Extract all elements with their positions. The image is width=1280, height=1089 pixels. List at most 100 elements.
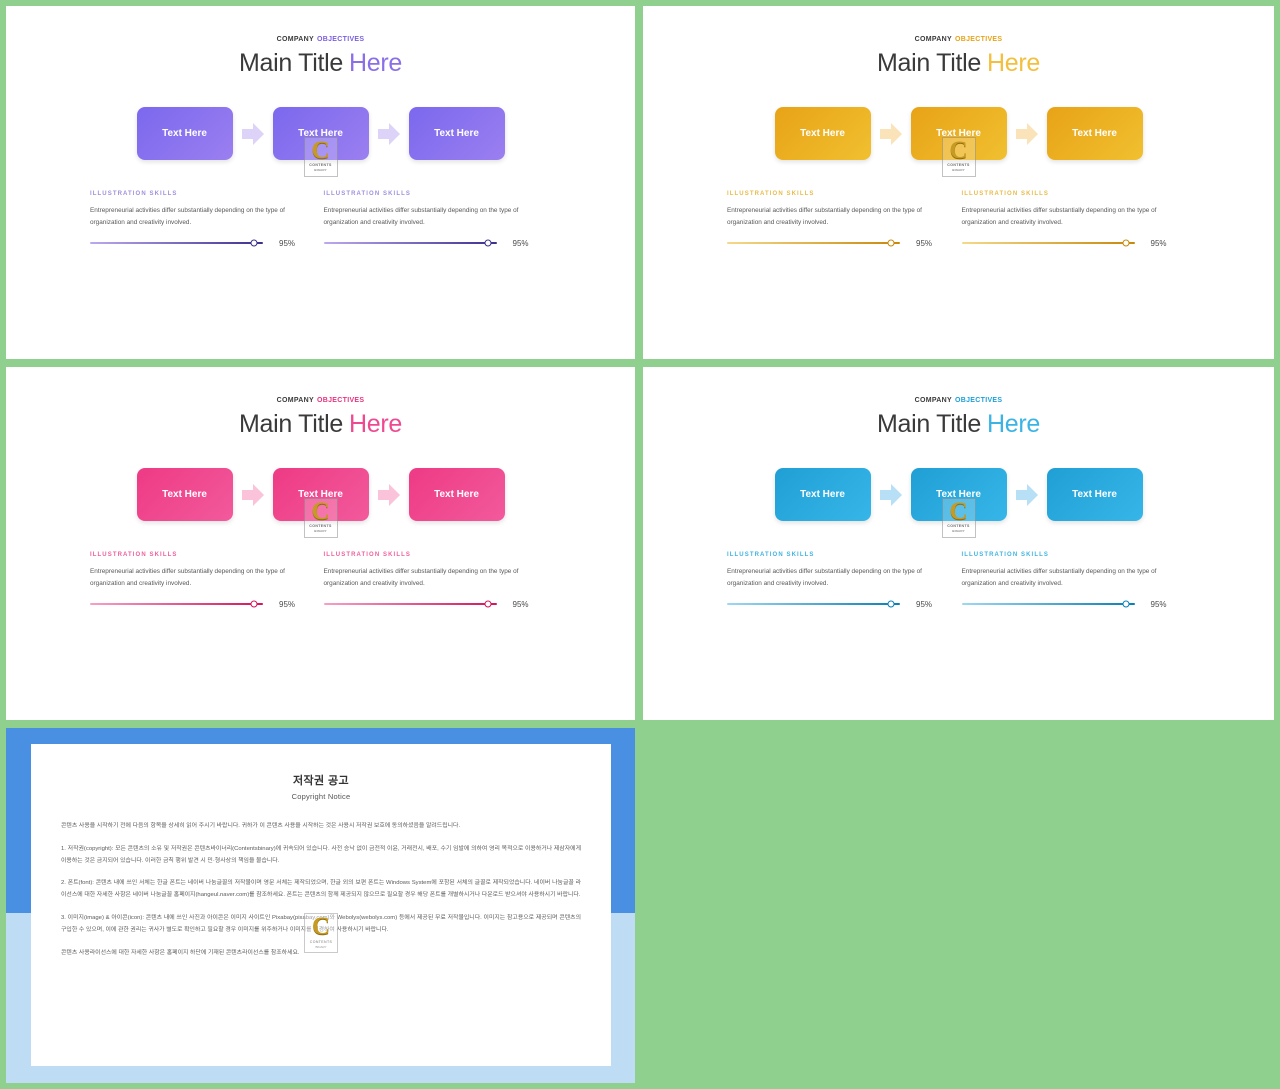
process-card-1[interactable]: Text Here	[774, 107, 871, 160]
title-accent: Here	[348, 49, 402, 77]
watermark-line1: CONTENTS	[309, 163, 332, 168]
watermark-letter: C	[311, 136, 330, 164]
skill-slider-track[interactable]	[90, 600, 263, 608]
skill-slider-value: 95%	[279, 238, 296, 248]
skill-slider-knob[interactable]	[250, 600, 258, 608]
process-card-label: Text Here	[434, 489, 479, 500]
process-card-2[interactable]: Text Here C CONTENTS BINARY	[910, 107, 1007, 177]
skill-slider-track[interactable]	[323, 600, 497, 608]
watermark-line1: CONTENTS	[947, 524, 970, 529]
contentsbinary-watermark-icon: C CONTENTS BINARY	[303, 136, 338, 177]
skill-description: Entrepreneurial activities differ substa…	[961, 207, 1157, 226]
title-accent: Here	[986, 410, 1040, 438]
arrow-icon	[241, 117, 264, 151]
skill-slider-track[interactable]	[961, 239, 1135, 247]
skill-slider-value: 95%	[916, 238, 933, 248]
skill-slider-knob[interactable]	[1122, 600, 1130, 608]
watermark-line2: BINARY	[952, 529, 965, 534]
title-main: Main Title	[239, 49, 343, 77]
process-card-label: Text Here	[162, 489, 207, 500]
process-cards-row: Text Here Text Here C CONTENTS BINARY Text He…	[643, 468, 1274, 538]
skill-slider-track[interactable]	[323, 239, 497, 247]
slide-copyright[interactable]: 저작권 공고 Copyright Notice 콘텐츠 사용을 시작하기 전에 …	[6, 728, 635, 1083]
watermark-line1: CONTENTS	[947, 163, 970, 168]
skill-slider-row: 95%	[323, 600, 534, 609]
skill-slider-row: 95%	[90, 600, 300, 609]
skill-block-2: ILLUSTRATION SKILLS Entrepreneurial activ…	[323, 552, 558, 609]
process-card-3[interactable]: Text Here	[408, 468, 505, 521]
slide-eyebrow: COMPANY OBJECTIVES	[643, 36, 1274, 43]
skill-slider-track[interactable]	[727, 239, 900, 247]
skill-slider-knob[interactable]	[250, 239, 258, 247]
process-card-1[interactable]: Text Here	[136, 468, 233, 521]
skill-block-1: ILLUSTRATION SKILLS Entrepreneurial activ…	[727, 191, 962, 248]
process-card-2[interactable]: Text Here C CONTENTS BINARY	[272, 107, 369, 177]
process-card-1[interactable]: Text Here	[136, 107, 233, 160]
process-cards-row: Text Here Text Here C CONTENTS BINARY Text He…	[6, 107, 635, 177]
arrow-icon	[1015, 478, 1038, 512]
title-accent: Here	[986, 49, 1040, 77]
skill-heading: ILLUSTRATION SKILLS	[727, 552, 815, 558]
skills-row: ILLUSTRATION SKILLS Entrepreneurial activ…	[6, 552, 635, 609]
process-card-3[interactable]: Text Here	[1046, 107, 1143, 160]
contentsbinary-watermark-icon: C CONTENTS BINARY	[941, 497, 976, 538]
process-card-label: Text Here	[1072, 489, 1117, 500]
skill-description: Entrepreneurial activities differ substa…	[90, 568, 285, 587]
page-title: Main Title Here	[6, 49, 635, 78]
watermark-letter: C	[311, 913, 331, 940]
process-cards-row: Text Here Text Here C CONTENTS BINARY Text He…	[6, 468, 635, 538]
skill-heading: ILLUSTRATION SKILLS	[323, 191, 411, 197]
skill-slider-track[interactable]	[727, 600, 900, 608]
watermark-line1: CONTENTS	[309, 939, 333, 944]
skill-block-1: ILLUSTRATION SKILLS Entrepreneurial activ…	[90, 191, 324, 248]
skills-row: ILLUSTRATION SKILLS Entrepreneurial activ…	[643, 552, 1274, 609]
skill-heading: ILLUSTRATION SKILLS	[90, 191, 178, 197]
skill-slider-knob[interactable]	[1122, 239, 1130, 247]
process-card-label: Text Here	[936, 128, 981, 139]
skill-slider-track[interactable]	[961, 600, 1135, 608]
eyebrow-company: COMPANY	[276, 397, 314, 404]
process-card-label: Text Here	[162, 128, 207, 139]
skill-slider-row: 95%	[323, 239, 534, 248]
process-card-3[interactable]: Text Here	[408, 107, 505, 160]
skill-description: Entrepreneurial activities differ substa…	[90, 207, 285, 226]
skill-description: Entrepreneurial activities differ substa…	[727, 207, 922, 226]
skill-heading: ILLUSTRATION SKILLS	[961, 552, 1049, 558]
skill-block-2: ILLUSTRATION SKILLS Entrepreneurial activ…	[961, 552, 1197, 609]
title-main: Main Title	[877, 49, 981, 77]
skill-slider-knob[interactable]	[887, 239, 895, 247]
process-card-label: Text Here	[800, 489, 845, 500]
watermark-line2: BINARY	[314, 529, 327, 534]
slide-purple[interactable]: COMPANY OBJECTIVES Main Title Here Text Here…	[6, 6, 635, 359]
slide-pink[interactable]: COMPANY OBJECTIVES Main Title Here Text Here…	[6, 367, 635, 720]
process-cards-row: Text Here Text Here C CONTENTS BINARY Text He…	[643, 107, 1274, 177]
watermark-letter: C	[949, 136, 968, 164]
eyebrow-objectives: OBJECTIVES	[955, 397, 1003, 404]
process-card-2[interactable]: Text Here C CONTENTS BINARY	[272, 468, 369, 538]
process-card-2[interactable]: Text Here C CONTENTS BINARY	[910, 468, 1007, 538]
process-card-label: Text Here	[936, 489, 981, 500]
eyebrow-objectives: OBJECTIVES	[955, 36, 1003, 43]
skill-description: Entrepreneurial activities differ substa…	[727, 568, 922, 587]
page-title: Main Title Here	[643, 49, 1274, 78]
skill-slider-knob[interactable]	[887, 600, 895, 608]
page-title: Main Title Here	[6, 410, 635, 439]
copyright-paragraph: 2. 폰트(font): 콘텐츠 내에 쓰인 서체는 한글 폰트는 네이버 나눔…	[61, 880, 581, 899]
page-canvas: COMPANY OBJECTIVES Main Title Here Text Here…	[0, 0, 1280, 1089]
skill-slider-knob[interactable]	[484, 239, 492, 247]
slide-eyebrow: COMPANY OBJECTIVES	[643, 397, 1274, 404]
process-card-3[interactable]: Text Here	[1046, 468, 1143, 521]
skill-slider-track[interactable]	[90, 239, 263, 247]
title-main: Main Title	[239, 410, 343, 438]
page-title: Main Title Here	[643, 410, 1274, 439]
skill-slider-knob[interactable]	[484, 600, 492, 608]
skill-description: Entrepreneurial activities differ substa…	[323, 568, 519, 587]
slide-eyebrow: COMPANY OBJECTIVES	[6, 397, 635, 404]
copyright-title-en: Copyright Notice	[291, 792, 351, 801]
skill-slider-row: 95%	[961, 600, 1173, 609]
process-card-1[interactable]: Text Here	[774, 468, 871, 521]
skill-slider-row: 95%	[90, 239, 300, 248]
slide-blue[interactable]: COMPANY OBJECTIVES Main Title Here Text Here…	[643, 367, 1274, 720]
slide-orange[interactable]: COMPANY OBJECTIVES Main Title Here Text Here…	[643, 6, 1274, 359]
contentsbinary-watermark-icon: C CONTENTS BINARY	[304, 913, 338, 953]
